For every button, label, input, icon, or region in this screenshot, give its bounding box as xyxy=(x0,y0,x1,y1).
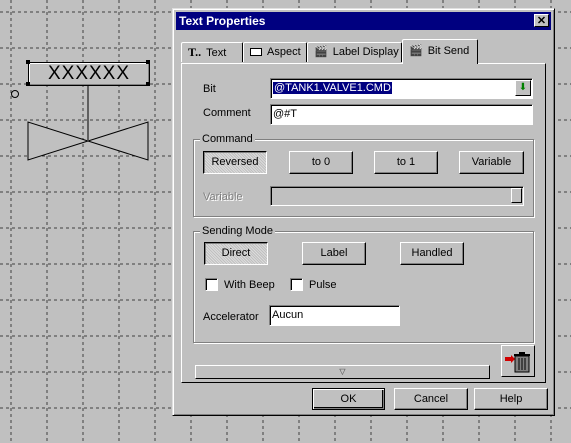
cancel-button[interactable]: Cancel xyxy=(394,388,468,410)
label-button[interactable]: Label xyxy=(302,242,366,265)
reversed-button[interactable]: Reversed xyxy=(203,151,267,174)
close-icon: ✕ xyxy=(536,15,547,27)
tab-label-display[interactable]: 🎬 Label Display xyxy=(307,42,402,62)
comment-value: @#T xyxy=(273,108,298,120)
direct-button[interactable]: Direct xyxy=(204,242,268,265)
selection-handle[interactable] xyxy=(146,60,150,64)
button-label: Variable xyxy=(471,156,512,168)
clapper-icon: 🎬 xyxy=(409,45,423,57)
button-label: Label xyxy=(320,247,348,259)
tab-aspect[interactable]: Aspect xyxy=(243,42,307,62)
pulse-checkbox[interactable] xyxy=(290,278,303,291)
green-arrow-icon: ⬇ xyxy=(518,82,528,93)
variable-button[interactable]: Variable xyxy=(459,151,524,174)
selection-handle[interactable] xyxy=(146,82,150,86)
close-button[interactable]: ✕ xyxy=(534,14,549,27)
panel-scroll-bar[interactable]: ▽ xyxy=(195,365,490,379)
button-label: Cancel xyxy=(413,393,449,405)
dialog-title: Text Properties xyxy=(179,14,266,28)
pulse-label: Pulse xyxy=(309,279,337,291)
accelerator-field[interactable]: Aucun xyxy=(269,305,400,326)
accelerator-value: Aucun xyxy=(272,309,304,321)
with-beep-label: With Beep xyxy=(224,279,275,291)
comment-field[interactable]: @#T xyxy=(270,104,533,125)
comment-label: Comment xyxy=(203,107,251,119)
command-title: Command xyxy=(200,133,255,145)
tab-text[interactable]: T.. Text xyxy=(181,42,243,62)
button-label: Help xyxy=(499,393,523,405)
sending-mode-title: Sending Mode xyxy=(200,225,275,237)
to-0-button[interactable]: to 0 xyxy=(289,151,353,174)
button-label: OK xyxy=(340,393,357,405)
pivot-marker[interactable] xyxy=(11,90,19,98)
chevron-down-icon: ▽ xyxy=(339,367,346,376)
tag-text: XXXXXX xyxy=(47,63,131,84)
delete-button[interactable] xyxy=(501,345,535,377)
button-label: to 1 xyxy=(396,156,416,168)
button-label: Direct xyxy=(221,247,251,259)
with-beep-checkbox[interactable] xyxy=(205,278,218,291)
tab-label: Bit Send xyxy=(427,45,470,57)
to-1-button[interactable]: to 1 xyxy=(374,151,438,174)
tab-label: Label Display xyxy=(332,46,399,58)
clapper-icon: 🎬 xyxy=(314,46,328,58)
tab-label: Text xyxy=(206,47,227,59)
help-button[interactable]: Help xyxy=(474,388,548,410)
text-icon: T.. xyxy=(188,45,202,59)
variable-field xyxy=(270,186,524,206)
valve-symbol xyxy=(27,84,149,161)
bit-field[interactable]: @TANK1.VALVE1.CMD ⬇ xyxy=(270,78,533,99)
button-label: to 0 xyxy=(311,156,331,168)
dialog-titlebar[interactable]: Text Properties ✕ xyxy=(176,12,551,30)
variable-label: Variable xyxy=(203,191,243,203)
text-properties-dialog: Text Properties ✕ T.. Text Aspect 🎬 Label … xyxy=(172,8,555,416)
bit-value: @TANK1.VALVE1.CMD xyxy=(273,82,392,94)
ok-button[interactable]: OK xyxy=(312,388,385,410)
tab-bit-send[interactable]: 🎬 Bit Send xyxy=(402,39,478,64)
handled-button[interactable]: Handled xyxy=(400,242,464,265)
aspect-icon xyxy=(250,48,262,57)
bit-browse-button[interactable]: ⬇ xyxy=(515,80,531,96)
trash-icon xyxy=(505,352,530,373)
tab-label: Aspect xyxy=(267,46,301,58)
selection-handle[interactable] xyxy=(26,82,30,86)
valve-tag-label[interactable]: XXXXXX xyxy=(28,62,150,86)
variable-browse-button xyxy=(511,188,522,203)
button-label: Handled xyxy=(411,247,453,259)
button-label: Reversed xyxy=(211,156,259,168)
accelerator-label: Accelerator xyxy=(203,311,259,323)
selection-handle[interactable] xyxy=(26,60,30,64)
bit-label: Bit xyxy=(203,83,216,95)
